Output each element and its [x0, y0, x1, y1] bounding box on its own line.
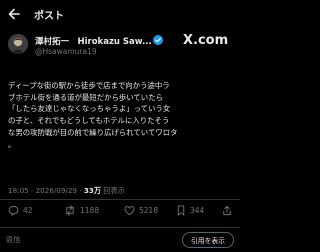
repost-icon	[66, 205, 74, 216]
top-bar: ポスト	[0, 0, 240, 30]
back-arrow-icon[interactable]	[6, 6, 22, 22]
view-count: 33万	[83, 186, 102, 195]
post-line: 。	[8, 139, 16, 149]
post-body: ディープな街の駅から徒歩で店まで向かう途中ラ ブホテル街を通る道が最短だから歩い…	[8, 80, 234, 150]
page-title: ポスト	[34, 11, 64, 22]
post-meta: 18:05 · 2026/09/29 · 33万 回表示	[8, 186, 125, 196]
share-button[interactable]	[222, 205, 236, 216]
x-logo: X.com	[183, 33, 228, 48]
post-line: ディープな街の駅から徒歩で店まで向かう途中ラ	[8, 81, 170, 90]
divider	[0, 227, 240, 228]
divider	[0, 199, 240, 200]
post-line: 「したら友達じゃなくなっちゃうよ」っていう女	[8, 104, 171, 114]
reply-icon	[8, 205, 19, 216]
reply-bar: 返信 引用を表示	[6, 232, 234, 250]
post-time[interactable]: 18:05 · 2026/09/29 ·	[8, 186, 84, 195]
repost-button[interactable]: 1188	[64, 205, 99, 216]
like-button[interactable]: 5218	[124, 205, 158, 216]
post-line: の子と、それでもどうしてもホテルに入りたそう	[8, 116, 170, 126]
bookmark-count: 344	[190, 206, 205, 215]
reply-button[interactable]: 42	[8, 205, 33, 216]
repost-count: 1188	[80, 206, 100, 215]
author-handle[interactable]: @Hsawamura19	[35, 47, 97, 56]
author-name[interactable]: 澤村拓一 Hirokazu Saw...	[35, 35, 152, 47]
share-icon	[223, 205, 231, 216]
bookmark-button[interactable]: 344	[176, 205, 204, 216]
view-label: 回表示	[103, 186, 125, 195]
post-line: ブホテル街を通る道が最短だから歩いていたら	[8, 92, 163, 102]
post-line: な男の攻防戦が目の前で繰り広げられていてワロタ	[8, 127, 178, 137]
verified-badge-icon	[153, 35, 163, 45]
reply-input[interactable]: 返信	[6, 232, 66, 248]
view-quotes-button[interactable]: 引用を表示	[182, 232, 234, 248]
avatar[interactable]	[8, 34, 28, 54]
brand-label: X.com	[183, 33, 229, 48]
reply-count: 42	[23, 206, 33, 215]
action-bar: 42 1188 5218 344	[0, 205, 240, 223]
heart-icon	[124, 206, 135, 216]
bookmark-icon	[177, 205, 185, 216]
like-count: 5218	[139, 206, 159, 215]
